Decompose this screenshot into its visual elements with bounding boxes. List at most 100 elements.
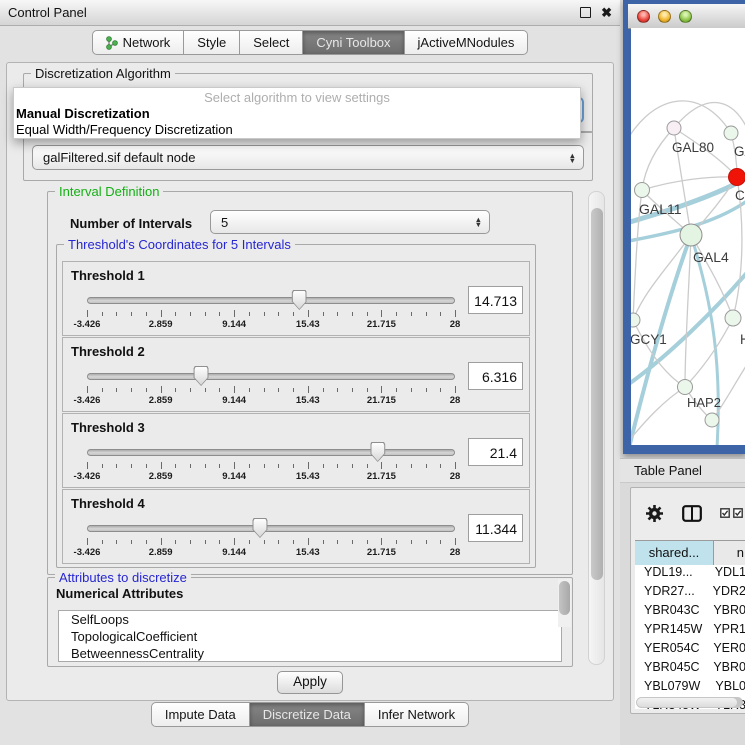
scrollbar-thumb[interactable] bbox=[591, 208, 603, 580]
network-edge[interactable] bbox=[685, 235, 691, 387]
threshold-value-field[interactable]: 21.4 bbox=[468, 438, 523, 466]
number-of-intervals-combobox[interactable]: 5 ▲▼ bbox=[210, 210, 490, 234]
scrollbar-thumb[interactable] bbox=[559, 581, 570, 615]
table-row[interactable]: YDL19...YDL1 bbox=[635, 565, 745, 584]
scale-label: 2.859 bbox=[149, 395, 173, 406]
tab-cyni-toolbox[interactable]: Cyni Toolbox bbox=[303, 30, 404, 55]
network-node[interactable] bbox=[678, 380, 693, 395]
mac-minimize-icon[interactable] bbox=[658, 10, 671, 23]
mac-close-icon[interactable] bbox=[637, 10, 650, 23]
network-node[interactable] bbox=[667, 121, 681, 135]
float-window-icon[interactable] bbox=[580, 7, 591, 18]
tab-style[interactable]: Style bbox=[184, 30, 240, 55]
table-horizontal-scrollbar[interactable] bbox=[636, 697, 743, 708]
slider-thumb[interactable] bbox=[292, 290, 307, 310]
tab-impute-data[interactable]: Impute Data bbox=[151, 702, 250, 727]
network-edge[interactable] bbox=[691, 235, 733, 318]
cell-name[interactable]: YDR2 bbox=[704, 584, 745, 603]
slider-track[interactable] bbox=[87, 297, 455, 304]
tab-label: Impute Data bbox=[165, 707, 236, 722]
network-edge[interactable] bbox=[633, 235, 691, 320]
attribute-list-item[interactable]: TopologicalCoefficient bbox=[59, 628, 561, 645]
scrollbar-thumb[interactable] bbox=[637, 698, 737, 707]
threshold-value-field[interactable]: 14.713 bbox=[468, 286, 523, 314]
table-row[interactable]: YPR145WYPR1 bbox=[635, 622, 745, 641]
threshold-slider[interactable]: -3.4262.8599.14415.4321.71528 bbox=[87, 441, 455, 485]
threshold-value-field[interactable]: 11.344 bbox=[468, 514, 523, 542]
tab-network[interactable]: Network bbox=[92, 30, 185, 55]
apply-button[interactable]: Apply bbox=[277, 671, 343, 694]
slider-tick bbox=[293, 464, 294, 468]
network-node[interactable] bbox=[705, 413, 719, 427]
cell-shared-name[interactable]: YBR043C bbox=[635, 603, 704, 622]
slider-thumb-face[interactable] bbox=[195, 367, 208, 385]
checkbox-checked-icon[interactable] bbox=[733, 508, 743, 518]
slider-track[interactable] bbox=[87, 373, 455, 380]
cell-shared-name[interactable]: YBL079W bbox=[635, 679, 706, 698]
cell-shared-name[interactable]: YDR27... bbox=[635, 584, 704, 603]
table-row[interactable]: YBR045CYBR0 bbox=[635, 660, 745, 679]
settings-scrollbar[interactable] bbox=[588, 191, 605, 665]
gear-icon[interactable] bbox=[645, 504, 664, 523]
network-node[interactable] bbox=[631, 313, 640, 327]
tab-jactivemnodules[interactable]: jActiveMNodules bbox=[405, 30, 529, 55]
slider-ticks bbox=[87, 462, 455, 470]
slider-track[interactable] bbox=[87, 449, 455, 456]
attribute-list-item[interactable]: BetweennessCentrality bbox=[59, 645, 561, 662]
tab-infer-network[interactable]: Infer Network bbox=[365, 702, 469, 727]
popup-option-equal-width[interactable]: Equal Width/Frequency Discretization bbox=[14, 122, 580, 138]
table-data-combobox[interactable]: galFiltered.sif default node ▲▼ bbox=[32, 145, 584, 170]
tab-select[interactable]: Select bbox=[240, 30, 303, 55]
slider-thumb[interactable] bbox=[370, 442, 385, 462]
network-node[interactable] bbox=[729, 169, 745, 186]
cell-name[interactable]: YDL1 bbox=[706, 565, 745, 584]
mac-zoom-icon[interactable] bbox=[679, 10, 692, 23]
column-header-shared-name[interactable]: shared... bbox=[635, 541, 714, 565]
threshold-slider[interactable]: -3.4262.8599.14415.4321.71528 bbox=[87, 365, 455, 409]
network-node[interactable] bbox=[635, 183, 650, 198]
table-row[interactable]: YBL079WYBL0 bbox=[635, 679, 745, 698]
tab-discretize-data[interactable]: Discretize Data bbox=[250, 702, 365, 727]
table-row[interactable]: YBR043CYBR0 bbox=[635, 603, 745, 622]
split-table-icon[interactable] bbox=[682, 505, 702, 522]
network-node[interactable] bbox=[724, 126, 738, 140]
threshold-slider[interactable]: -3.4262.8599.14415.4321.71528 bbox=[87, 289, 455, 333]
table-row[interactable]: YDR27...YDR2 bbox=[635, 584, 745, 603]
network-window-titlebar[interactable] bbox=[628, 4, 745, 29]
cell-name[interactable]: YPR1 bbox=[704, 622, 745, 641]
network-view-window[interactable]: GAL80GACGAL11GAL4GCY1HHAP2 bbox=[623, 0, 745, 454]
attribute-list-item[interactable]: SelfLoops bbox=[59, 611, 561, 628]
slider-tick bbox=[249, 312, 250, 316]
numerical-attributes-list[interactable]: SelfLoopsTopologicalCoefficientBetweenne… bbox=[58, 610, 562, 662]
network-node[interactable] bbox=[725, 310, 741, 326]
close-icon[interactable]: ✖ bbox=[601, 6, 612, 19]
network-node[interactable] bbox=[680, 224, 702, 246]
cell-name[interactable]: YBR0 bbox=[704, 660, 745, 679]
table-row[interactable]: YER054CYER0 bbox=[635, 641, 745, 660]
slider-thumb[interactable] bbox=[252, 518, 267, 538]
cell-name[interactable]: YBL0 bbox=[706, 679, 745, 698]
network-edge[interactable] bbox=[631, 387, 685, 445]
cell-shared-name[interactable]: YER054C bbox=[635, 641, 704, 660]
slider-track[interactable] bbox=[87, 525, 455, 532]
checkbox-checked-icon[interactable] bbox=[720, 508, 730, 518]
slider-thumb[interactable] bbox=[194, 366, 209, 386]
attributes-scrollbar[interactable] bbox=[558, 579, 571, 627]
slider-thumb-face[interactable] bbox=[253, 519, 266, 537]
threshold-slider[interactable]: -3.4262.8599.14415.4321.71528 bbox=[87, 517, 455, 561]
cell-shared-name[interactable]: YPR145W bbox=[635, 622, 704, 641]
cell-name[interactable]: YBR0 bbox=[704, 603, 745, 622]
popup-option-manual[interactable]: Manual Discretization bbox=[14, 106, 580, 122]
cell-name[interactable]: YER0 bbox=[704, 641, 745, 660]
network-canvas[interactable]: GAL80GACGAL11GAL4GCY1HHAP2 bbox=[631, 28, 745, 445]
threshold-value-field[interactable]: 6.316 bbox=[468, 362, 523, 390]
network-edge[interactable] bbox=[642, 128, 674, 190]
group-title: Interval Definition bbox=[55, 184, 163, 199]
cell-shared-name[interactable]: YBR045C bbox=[635, 660, 704, 679]
column-header-name[interactable]: n bbox=[714, 541, 745, 565]
scale-label: 28 bbox=[450, 395, 461, 406]
slider-tick bbox=[234, 386, 235, 393]
slider-thumb-face[interactable] bbox=[293, 291, 306, 309]
cell-shared-name[interactable]: YDL19... bbox=[635, 565, 706, 584]
slider-thumb-face[interactable] bbox=[371, 443, 384, 461]
